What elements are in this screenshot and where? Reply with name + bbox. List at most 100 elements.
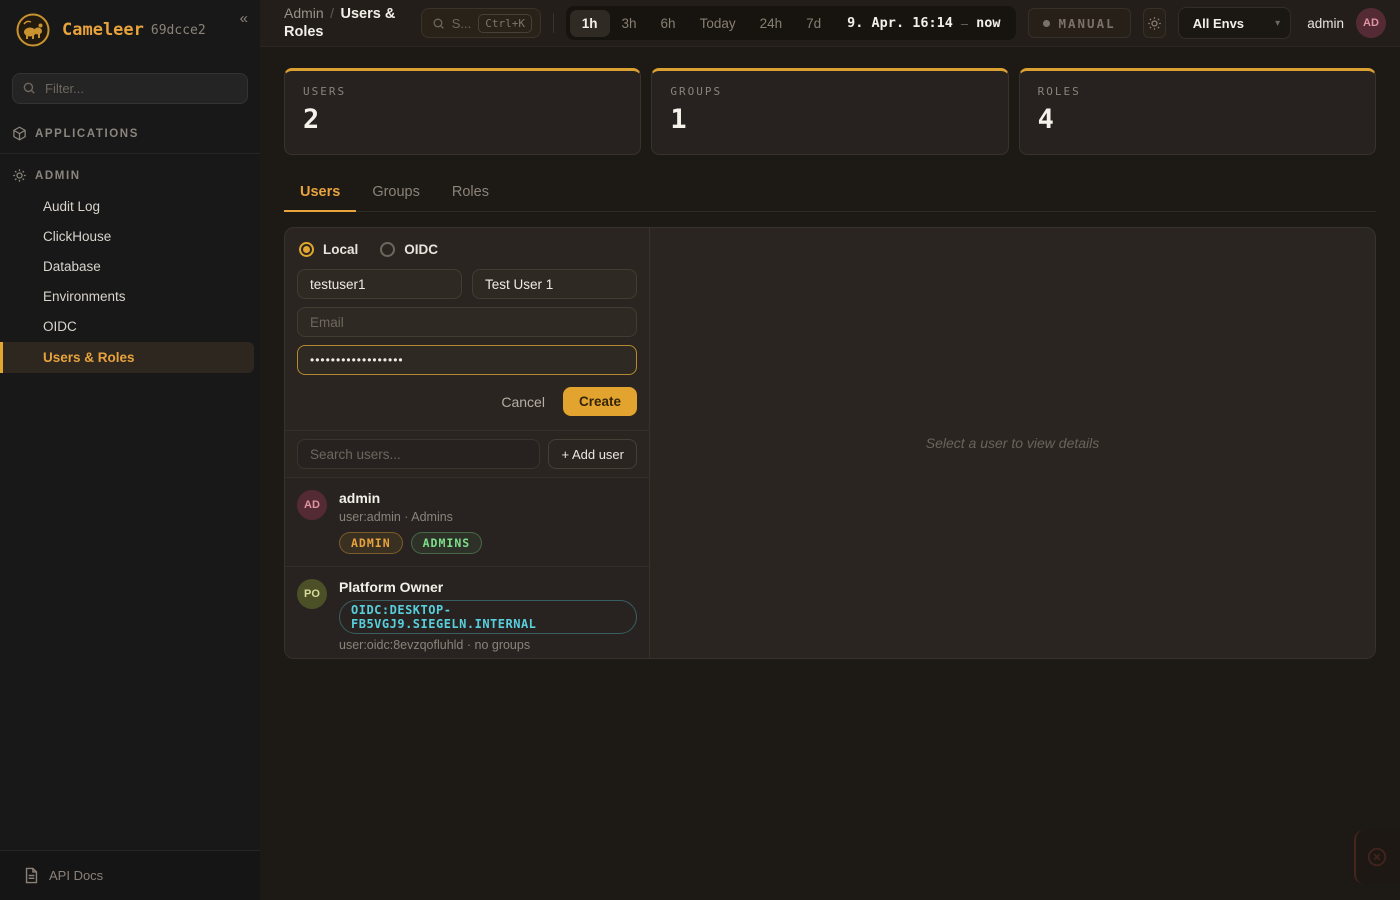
user-name: Platform Owner: [339, 579, 637, 595]
manual-label: MANUAL: [1058, 16, 1115, 31]
manual-refresh-button[interactable]: MANUAL: [1028, 8, 1130, 38]
app-version: 69dcce2: [151, 23, 206, 38]
user-list-column: Local OIDC Cancel: [285, 228, 650, 658]
admin-nav: Audit Log ClickHouse Database Environmen…: [0, 191, 260, 374]
search-shortcut: Ctrl+K: [478, 14, 532, 33]
stat-card-users: USERS 2: [284, 68, 641, 155]
stat-card-roles: ROLES 4: [1019, 68, 1376, 155]
api-docs-label: API Docs: [49, 868, 103, 883]
document-icon: [24, 867, 39, 884]
time-range-today[interactable]: Today: [688, 10, 748, 37]
breadcrumb-parent[interactable]: Admin: [284, 5, 324, 21]
time-to-value[interactable]: now: [968, 15, 1012, 31]
sidebar-item-audit-log[interactable]: Audit Log: [0, 192, 260, 221]
display-name-field[interactable]: [472, 269, 637, 299]
main-content: USERS 2 GROUPS 1 ROLES 4 Users Groups Ro…: [260, 47, 1400, 900]
global-search[interactable]: S... Ctrl+K: [421, 8, 541, 38]
gear-icon: [12, 168, 27, 183]
sidebar-item-environments[interactable]: Environments: [0, 282, 260, 311]
badge-row: ADMIN ADMINS: [339, 532, 637, 554]
sidebar-item-clickhouse[interactable]: ClickHouse: [0, 222, 260, 251]
topbar: Admin / Users & Roles S... Ctrl+K 1h 3h …: [260, 0, 1400, 47]
stat-value: 4: [1038, 104, 1357, 135]
group-badge: ADMINS: [411, 532, 483, 554]
sidebar-item-oidc[interactable]: OIDC: [0, 312, 260, 341]
time-range-1h[interactable]: 1h: [570, 10, 610, 37]
chevron-down-icon: ▾: [1275, 18, 1280, 29]
role-badge: ADMIN: [339, 532, 403, 554]
search-users-input[interactable]: [297, 439, 540, 469]
tab-users[interactable]: Users: [284, 175, 356, 211]
section-label: ADMIN: [35, 170, 81, 182]
time-range-6h[interactable]: 6h: [649, 10, 688, 37]
add-user-button[interactable]: + Add user: [548, 439, 637, 469]
oidc-issuer-badge: OIDC:DESKTOP-FB5VGJ9.SIEGELN.INTERNAL: [339, 600, 637, 634]
empty-state-text: Select a user to view details: [926, 435, 1100, 451]
app-logo-icon: [16, 13, 50, 47]
cube-icon: [12, 126, 27, 141]
user-avatar[interactable]: AD: [1356, 8, 1386, 38]
radio-oidc-label: OIDC: [404, 242, 438, 257]
search-icon: [432, 17, 445, 30]
create-user-form: Local OIDC Cancel: [285, 228, 649, 431]
create-button[interactable]: Create: [563, 387, 637, 416]
sidebar-filter: [12, 73, 248, 104]
cancel-button[interactable]: Cancel: [501, 394, 545, 410]
filter-input[interactable]: [12, 73, 248, 104]
radio-selected-icon: [299, 242, 314, 257]
section-label: APPLICATIONS: [35, 128, 139, 140]
sidebar-header: Cameleer 69dcce2 «: [0, 0, 260, 57]
radio-local[interactable]: Local: [299, 242, 358, 257]
topbar-divider: [553, 13, 554, 33]
close-icon[interactable]: [1366, 846, 1388, 868]
tab-roles[interactable]: Roles: [436, 175, 505, 211]
user-name: admin: [339, 490, 637, 506]
status-dot-icon: [1043, 20, 1050, 27]
stat-card-groups: GROUPS 1: [651, 68, 1008, 155]
api-docs-link[interactable]: API Docs: [0, 850, 260, 900]
env-selector[interactable]: All Envs ▾: [1178, 7, 1291, 39]
breadcrumb: Admin / Users & Roles: [284, 5, 401, 41]
stat-value: 2: [303, 104, 622, 135]
radio-unselected-icon: [380, 242, 395, 257]
email-field[interactable]: [297, 307, 637, 337]
time-range-group: 1h 3h 6h Today 24h 7d 9. Apr. 16:14 – no…: [566, 6, 1017, 40]
user-detail-panel: Select a user to view details: [650, 228, 1375, 658]
collapse-sidebar-icon[interactable]: «: [240, 10, 248, 27]
time-range-3h[interactable]: 3h: [610, 10, 649, 37]
time-separator: –: [961, 16, 968, 31]
user-list-item-admin[interactable]: AD admin user:admin · Admins ADMIN ADMIN…: [285, 477, 649, 566]
section-applications[interactable]: APPLICATIONS: [0, 118, 260, 149]
password-field[interactable]: [297, 345, 637, 375]
form-actions: Cancel Create: [297, 387, 637, 416]
sidebar-item-database[interactable]: Database: [0, 252, 260, 281]
time-range-24h[interactable]: 24h: [748, 10, 795, 37]
users-panel: Local OIDC Cancel: [284, 227, 1376, 659]
tab-bar: Users Groups Roles: [284, 175, 1376, 212]
env-selector-value: All Envs: [1193, 16, 1244, 31]
sidebar-divider: [0, 153, 260, 154]
radio-local-label: Local: [323, 242, 358, 257]
radio-oidc[interactable]: OIDC: [380, 242, 438, 257]
theme-toggle-button[interactable]: [1143, 8, 1166, 38]
stat-label: ROLES: [1038, 85, 1357, 98]
username-field[interactable]: [297, 269, 462, 299]
user-meta: user:oidc:8evzqofluhld · no groups: [339, 638, 637, 652]
user-search-row: + Add user: [285, 431, 649, 477]
tab-groups[interactable]: Groups: [356, 175, 436, 211]
time-range-7d[interactable]: 7d: [794, 10, 833, 37]
user-meta: user:admin · Admins: [339, 510, 637, 524]
user-list-item-platform-owner[interactable]: PO Platform Owner OIDC:DESKTOP-FB5VGJ9.S…: [285, 566, 649, 659]
current-user-name: admin: [1307, 16, 1344, 31]
search-icon: [22, 81, 36, 95]
user-type-radio-group: Local OIDC: [297, 240, 637, 269]
avatar: AD: [297, 490, 327, 520]
section-admin[interactable]: ADMIN: [0, 160, 260, 191]
avatar: PO: [297, 579, 327, 609]
stat-label: GROUPS: [670, 85, 989, 98]
stat-label: USERS: [303, 85, 622, 98]
sidebar-item-users-roles[interactable]: Users & Roles: [0, 342, 254, 373]
notification-toast[interactable]: [1354, 830, 1400, 884]
time-from-value[interactable]: 9. Apr. 16:14: [833, 15, 961, 31]
stat-cards: USERS 2 GROUPS 1 ROLES 4: [284, 68, 1376, 155]
